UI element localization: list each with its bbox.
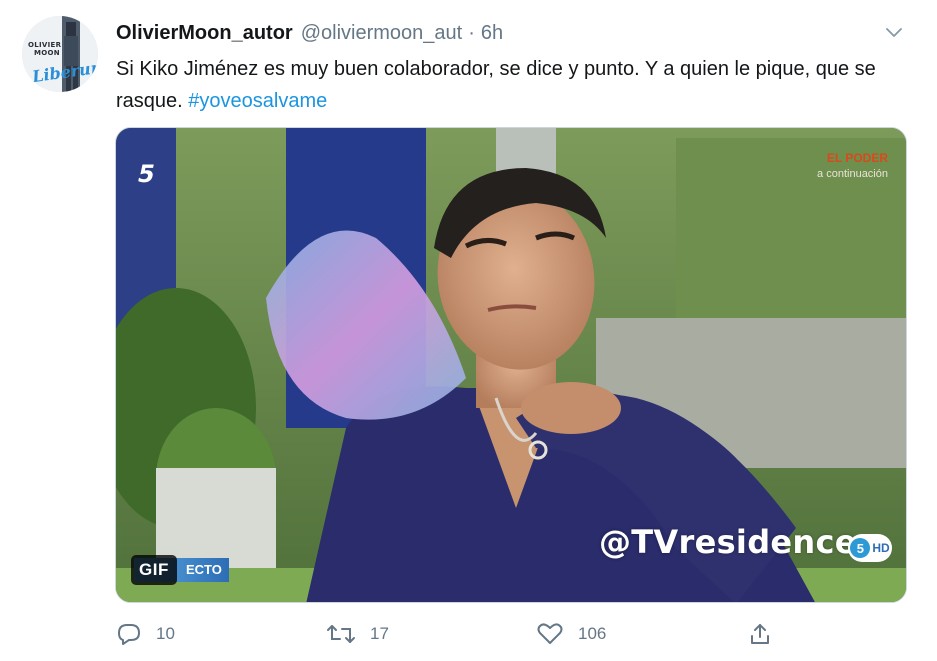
tweet-actions: 10 17 106 bbox=[116, 618, 786, 650]
share-button[interactable] bbox=[748, 618, 772, 650]
reply-button[interactable]: 10 bbox=[116, 618, 175, 650]
hd-logo-number: 5 bbox=[850, 538, 871, 558]
promo-overlay: EL PODER a continuación bbox=[817, 150, 888, 182]
author-avatar[interactable]: OLIVIER MOON Liberum bbox=[22, 16, 98, 92]
timestamp[interactable]: 6h bbox=[481, 22, 503, 45]
watermark-text: @TVresidence bbox=[599, 523, 857, 561]
hashtag-link[interactable]: #yoveosalvame bbox=[188, 90, 327, 112]
like-count: 106 bbox=[578, 624, 607, 643]
retweet-icon bbox=[327, 625, 355, 643]
reply-icon bbox=[118, 624, 140, 645]
tweet-text: Si Kiko Jiménez es muy buen colaborador,… bbox=[116, 53, 896, 117]
retweet-count: 17 bbox=[370, 624, 389, 643]
display-name[interactable]: OlivierMoon_autor bbox=[116, 22, 293, 45]
gif-badge: GIF bbox=[131, 555, 177, 585]
promo-title: EL PODER bbox=[826, 151, 888, 165]
avatar-caption-1: OLIVIER bbox=[28, 41, 62, 49]
tweet[interactable]: OLIVIER MOON Liberum OlivierMoon_autor @… bbox=[0, 0, 937, 661]
tweet-header: OlivierMoon_autor @oliviermoon_aut · 6h bbox=[116, 20, 503, 46]
like-button[interactable]: 106 bbox=[536, 618, 606, 650]
promo-subtitle: a continuación bbox=[817, 168, 888, 180]
user-handle[interactable]: @oliviermoon_aut bbox=[301, 22, 463, 45]
avatar-caption-2: MOON bbox=[34, 49, 60, 57]
reply-count: 10 bbox=[156, 624, 175, 643]
chevron-down-icon bbox=[886, 28, 902, 37]
share-icon bbox=[751, 624, 769, 644]
hd-logo-text: HD bbox=[872, 541, 890, 555]
hd-channel-logo: 5 HD bbox=[848, 534, 892, 562]
gif-media[interactable]: 5 EL PODER a continuación @TVresidence E… bbox=[115, 127, 907, 603]
separator-dot: · bbox=[468, 21, 475, 44]
heart-icon bbox=[537, 623, 563, 644]
retweet-button[interactable]: 17 bbox=[326, 618, 389, 650]
more-menu-button[interactable] bbox=[883, 22, 905, 44]
